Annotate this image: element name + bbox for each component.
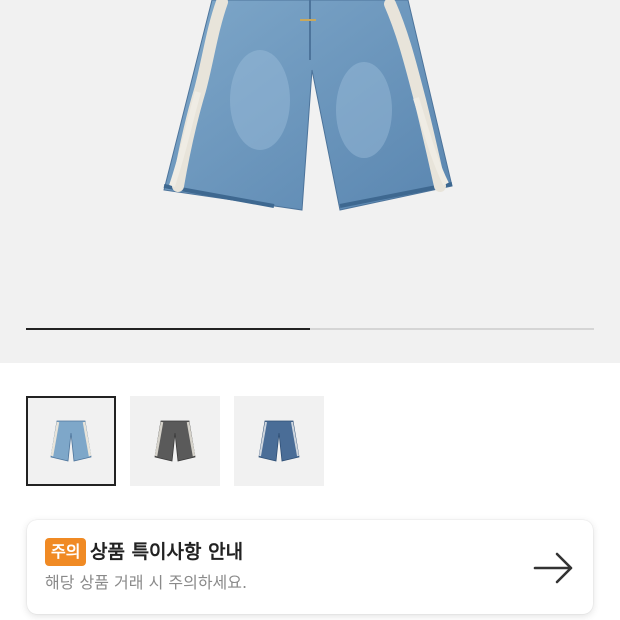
arrow-right-icon[interactable] (531, 550, 575, 586)
shorts-thumbnail-image (154, 420, 196, 462)
thumbnail-strip (26, 396, 324, 486)
product-notice-card[interactable]: 주의 상품 특이사항 안내 해당 상품 거래 시 주의하세요. (27, 520, 593, 614)
product-image-gallery[interactable] (0, 0, 620, 363)
notice-description: 해당 상품 거래 시 주의하세요. (45, 573, 248, 592)
thumbnail-indigo-wash[interactable] (234, 396, 324, 486)
product-main-image (163, 0, 453, 211)
thumbnail-black-wash[interactable] (130, 396, 220, 486)
shorts-thumbnail-image (50, 420, 92, 462)
thumbnail-light-wash[interactable] (26, 396, 116, 486)
shorts-thumbnail-image (258, 420, 300, 462)
notice-title: 상품 특이사항 안내 (90, 541, 244, 563)
gallery-progress-bar (26, 328, 594, 330)
gallery-progress-fill (26, 328, 310, 330)
caution-badge: 주의 (45, 538, 87, 566)
